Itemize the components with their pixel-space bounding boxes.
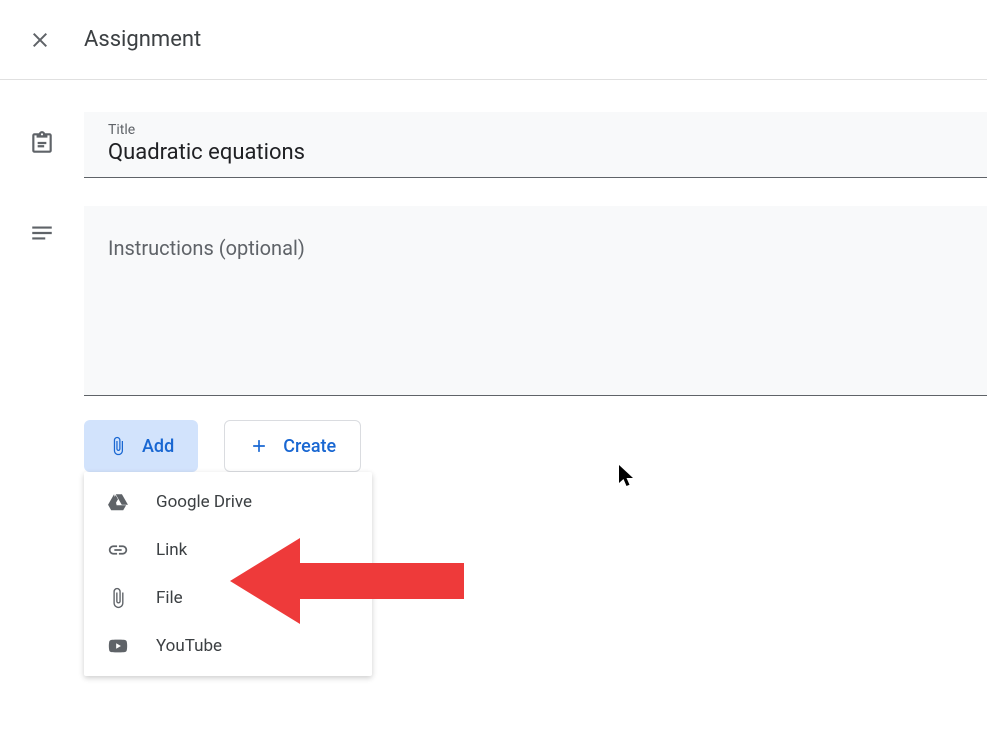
add-menu-link[interactable]: Link bbox=[84, 526, 372, 574]
dropdown-item-label: Google Drive bbox=[156, 492, 252, 512]
close-icon bbox=[28, 28, 52, 52]
header: Assignment bbox=[0, 0, 987, 80]
assignment-icon bbox=[29, 130, 55, 156]
dropdown-item-label: File bbox=[156, 588, 183, 608]
attachment-buttons: Add Create Google Drive Link bbox=[84, 420, 987, 472]
plus-icon bbox=[249, 436, 269, 456]
title-field[interactable]: Title bbox=[84, 112, 987, 178]
add-button[interactable]: Add bbox=[84, 420, 198, 472]
notes-icon bbox=[29, 220, 55, 246]
add-menu-file[interactable]: File bbox=[84, 574, 372, 622]
mouse-cursor bbox=[618, 465, 636, 493]
dropdown-item-label: YouTube bbox=[156, 636, 222, 656]
content: Title Add Create Google Drive bbox=[0, 80, 987, 472]
file-icon bbox=[106, 586, 130, 610]
attachment-icon bbox=[108, 436, 128, 456]
create-button-label: Create bbox=[283, 436, 336, 457]
instructions-field[interactable] bbox=[84, 206, 987, 396]
drive-icon bbox=[106, 490, 130, 514]
create-button[interactable]: Create bbox=[224, 420, 361, 472]
youtube-icon bbox=[106, 634, 130, 658]
add-button-label: Add bbox=[142, 436, 174, 457]
close-button[interactable] bbox=[16, 16, 64, 64]
title-input[interactable] bbox=[108, 140, 963, 165]
add-menu-google-drive[interactable]: Google Drive bbox=[84, 478, 372, 526]
title-label: Title bbox=[108, 122, 963, 138]
add-menu-youtube[interactable]: YouTube bbox=[84, 622, 372, 670]
add-dropdown: Google Drive Link File bbox=[84, 472, 372, 676]
main-form: Title Add Create Google Drive bbox=[84, 112, 987, 472]
link-icon bbox=[106, 538, 130, 562]
page-title: Assignment bbox=[84, 27, 201, 52]
dropdown-item-label: Link bbox=[156, 540, 187, 560]
left-icon-rail bbox=[0, 112, 84, 472]
instructions-input[interactable] bbox=[108, 236, 963, 383]
